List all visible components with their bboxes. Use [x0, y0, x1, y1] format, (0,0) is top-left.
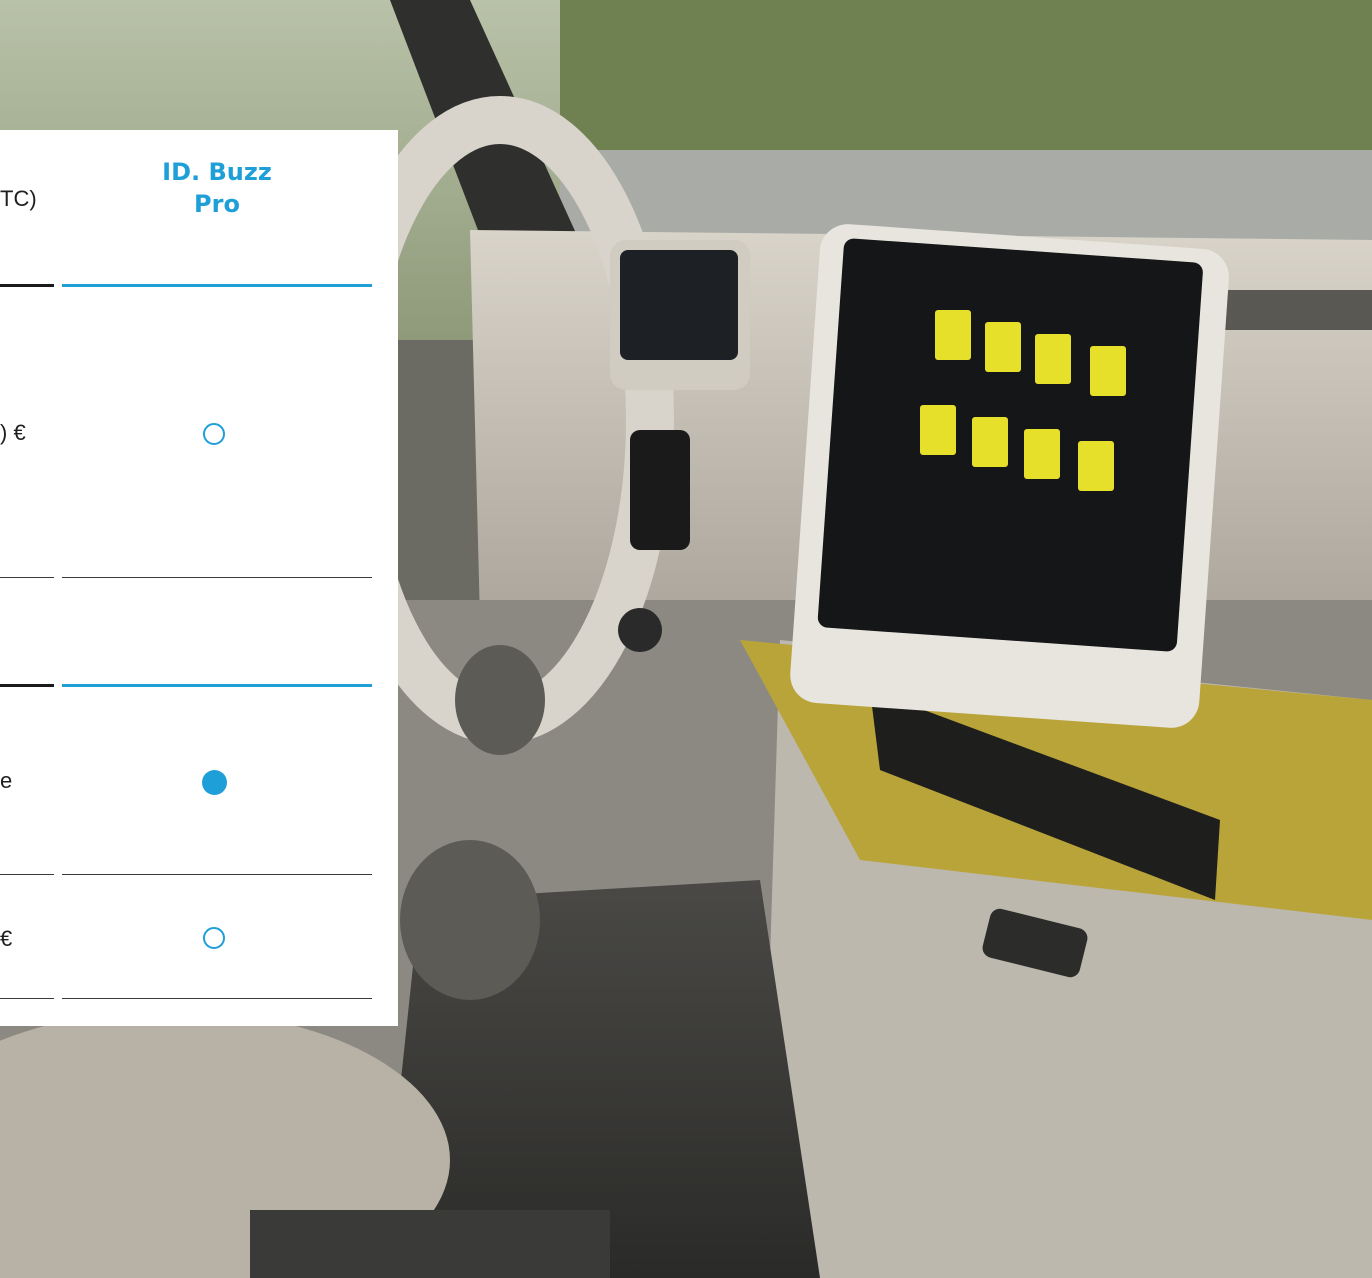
- column-header-line2: Pro: [194, 190, 240, 218]
- header-divider-column: [62, 284, 372, 287]
- row-divider-left: [0, 874, 54, 875]
- column-header-id-buzz-pro: ID. Buzz Pro: [62, 156, 372, 220]
- row-divider-column: [62, 874, 372, 875]
- row-1-cut-text: ) €: [0, 420, 26, 445]
- row-divider-column: [62, 577, 372, 578]
- row-divider-left: [0, 577, 54, 578]
- section-divider-left: [0, 684, 54, 687]
- comparison-table: TC) ID. Buzz Pro ) € e €: [0, 130, 398, 1026]
- row-divider-left: [0, 998, 54, 999]
- optional-marker-icon: [203, 423, 225, 445]
- section-divider-column: [62, 684, 372, 687]
- column-header-line1: ID. Buzz: [162, 158, 272, 186]
- row-3-cut-text: e: [0, 768, 13, 793]
- header-divider-left: [0, 284, 54, 287]
- optional-marker-icon: [203, 927, 225, 949]
- header-cut-text: TC): [0, 186, 37, 211]
- row-4-cut-text: €: [0, 926, 13, 951]
- standard-marker-icon: [202, 770, 227, 795]
- row-divider-column: [62, 998, 372, 999]
